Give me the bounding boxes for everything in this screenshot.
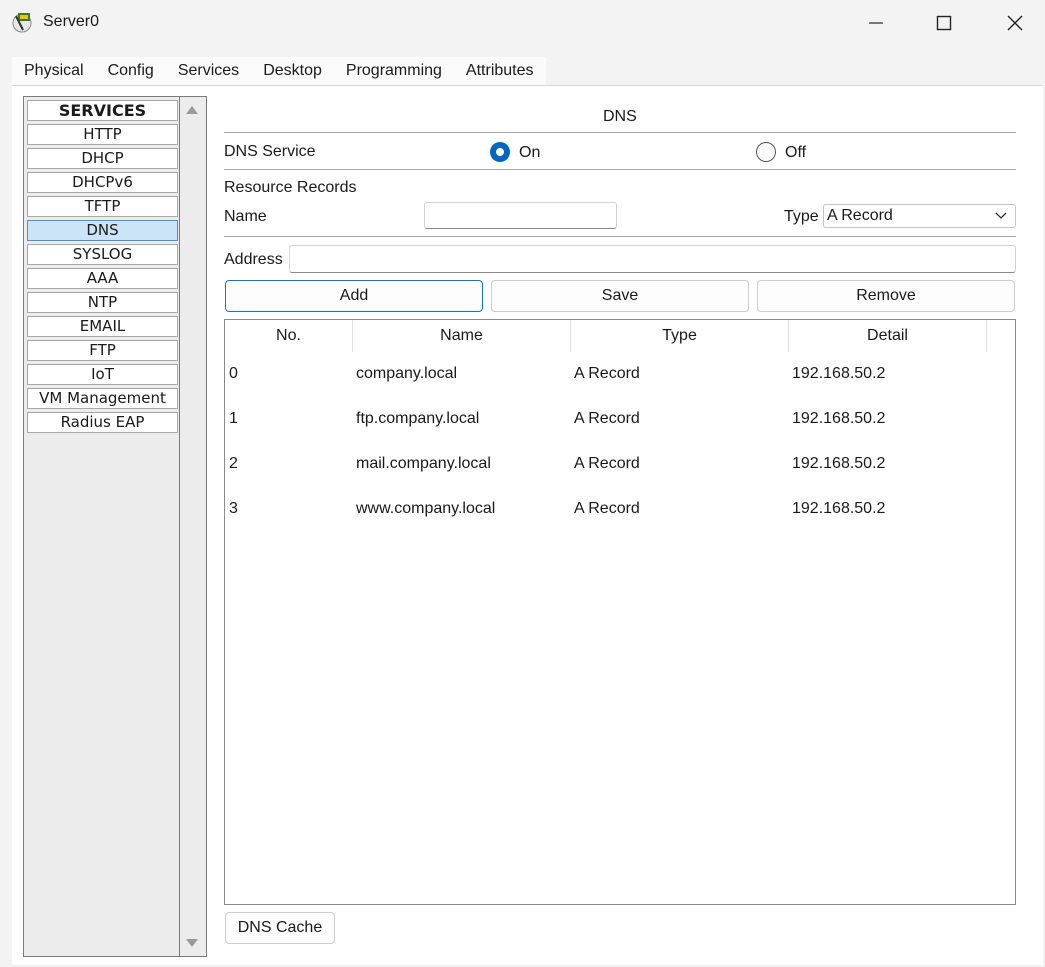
cell-type: A Record <box>574 410 640 427</box>
dns-title: DNS <box>603 108 637 125</box>
dns-on-label: On <box>519 144 541 161</box>
cell-name: www.company.local <box>356 500 496 517</box>
scroll-up-arrow-icon[interactable] <box>186 105 198 115</box>
cell-detail: 192.168.50.2 <box>792 410 886 427</box>
name-input[interactable] <box>424 202 617 229</box>
close-button[interactable] <box>987 6 1043 40</box>
column-header-detail[interactable]: Detail <box>789 320 987 352</box>
cell-name: company.local <box>356 365 458 382</box>
records-table[interactable]: No. Name Type Detail 0 company.local A R… <box>224 319 1016 905</box>
minimize-button[interactable] <box>848 6 904 40</box>
cell-no: 0 <box>229 365 238 382</box>
cell-detail: 192.168.50.2 <box>792 455 886 472</box>
divider <box>224 169 1016 170</box>
dns-cache-button[interactable]: DNS Cache <box>225 912 335 944</box>
tab-config[interactable]: Config <box>96 57 166 85</box>
address-input[interactable] <box>289 245 1016 273</box>
column-header-type[interactable]: Type <box>571 320 789 352</box>
cell-type: A Record <box>574 455 640 472</box>
type-select-value: A Record <box>827 207 893 224</box>
close-icon <box>1007 15 1023 31</box>
type-select[interactable]: A Record <box>823 204 1016 228</box>
services-header: SERVICES <box>27 100 178 121</box>
cell-detail: 192.168.50.2 <box>792 500 886 517</box>
add-button[interactable]: Add <box>225 280 483 312</box>
service-item-ntp[interactable]: NTP <box>27 292 178 313</box>
dns-off-radio[interactable] <box>756 142 776 162</box>
divider <box>224 132 1016 133</box>
divider <box>224 236 1016 237</box>
cell-type: A Record <box>574 365 640 382</box>
dns-off-label: Off <box>785 144 807 161</box>
service-item-aaa[interactable]: AAA <box>27 268 178 289</box>
tab-attributes[interactable]: Attributes <box>454 57 546 85</box>
cell-no: 2 <box>229 455 238 472</box>
service-item-dhcpv6[interactable]: DHCPv6 <box>27 172 178 193</box>
service-item-vm-management[interactable]: VM Management <box>27 388 178 409</box>
service-item-http[interactable]: HTTP <box>27 124 178 145</box>
tab-services[interactable]: Services <box>165 57 252 88</box>
resource-records-label: Resource Records <box>224 179 357 196</box>
tab-physical[interactable]: Physical <box>12 57 96 85</box>
name-label: Name <box>224 208 267 225</box>
address-label: Address <box>224 251 283 268</box>
minimize-icon <box>869 22 883 24</box>
maximize-button[interactable] <box>916 6 972 40</box>
cell-name: ftp.company.local <box>356 410 480 427</box>
column-header-no[interactable]: No. <box>225 320 353 352</box>
window-title: Server0 <box>43 13 100 30</box>
services-list[interactable]: SERVICES HTTP DHCP DHCPv6 TFTP DNS SYSLO… <box>24 97 180 956</box>
remove-button[interactable]: Remove <box>757 280 1015 312</box>
chevron-down-icon <box>995 212 1007 219</box>
maximize-icon <box>936 15 952 31</box>
dns-on-radio[interactable] <box>490 142 510 162</box>
cell-type: A Record <box>574 500 640 517</box>
service-item-syslog[interactable]: SYSLOG <box>27 244 178 265</box>
service-item-tftp[interactable]: TFTP <box>27 196 178 217</box>
cell-no: 3 <box>229 500 238 517</box>
server-app-icon <box>12 13 32 33</box>
service-item-dns[interactable]: DNS <box>27 220 178 241</box>
scroll-down-arrow-icon[interactable] <box>186 938 198 948</box>
service-item-ftp[interactable]: FTP <box>27 340 178 361</box>
cell-name: mail.company.local <box>356 455 491 472</box>
tab-desktop[interactable]: Desktop <box>251 57 334 85</box>
dns-service-label: DNS Service <box>224 143 316 160</box>
service-item-dhcp[interactable]: DHCP <box>27 148 178 169</box>
service-item-email[interactable]: EMAIL <box>27 316 178 337</box>
title-bar: Server0 <box>0 0 1045 46</box>
tab-programming[interactable]: Programming <box>334 57 454 85</box>
column-header-name[interactable]: Name <box>353 320 571 352</box>
type-label: Type <box>784 208 819 225</box>
service-item-radius-eap[interactable]: Radius EAP <box>27 412 178 433</box>
services-panel: SERVICES HTTP DHCP DHCPv6 TFTP DNS SYSLO… <box>23 96 207 957</box>
cell-no: 1 <box>229 410 238 427</box>
cell-detail: 192.168.50.2 <box>792 365 886 382</box>
service-item-iot[interactable]: IoT <box>27 364 178 385</box>
save-button[interactable]: Save <box>491 280 749 312</box>
tab-bar: Physical Config Services Desktop Program… <box>12 57 546 88</box>
